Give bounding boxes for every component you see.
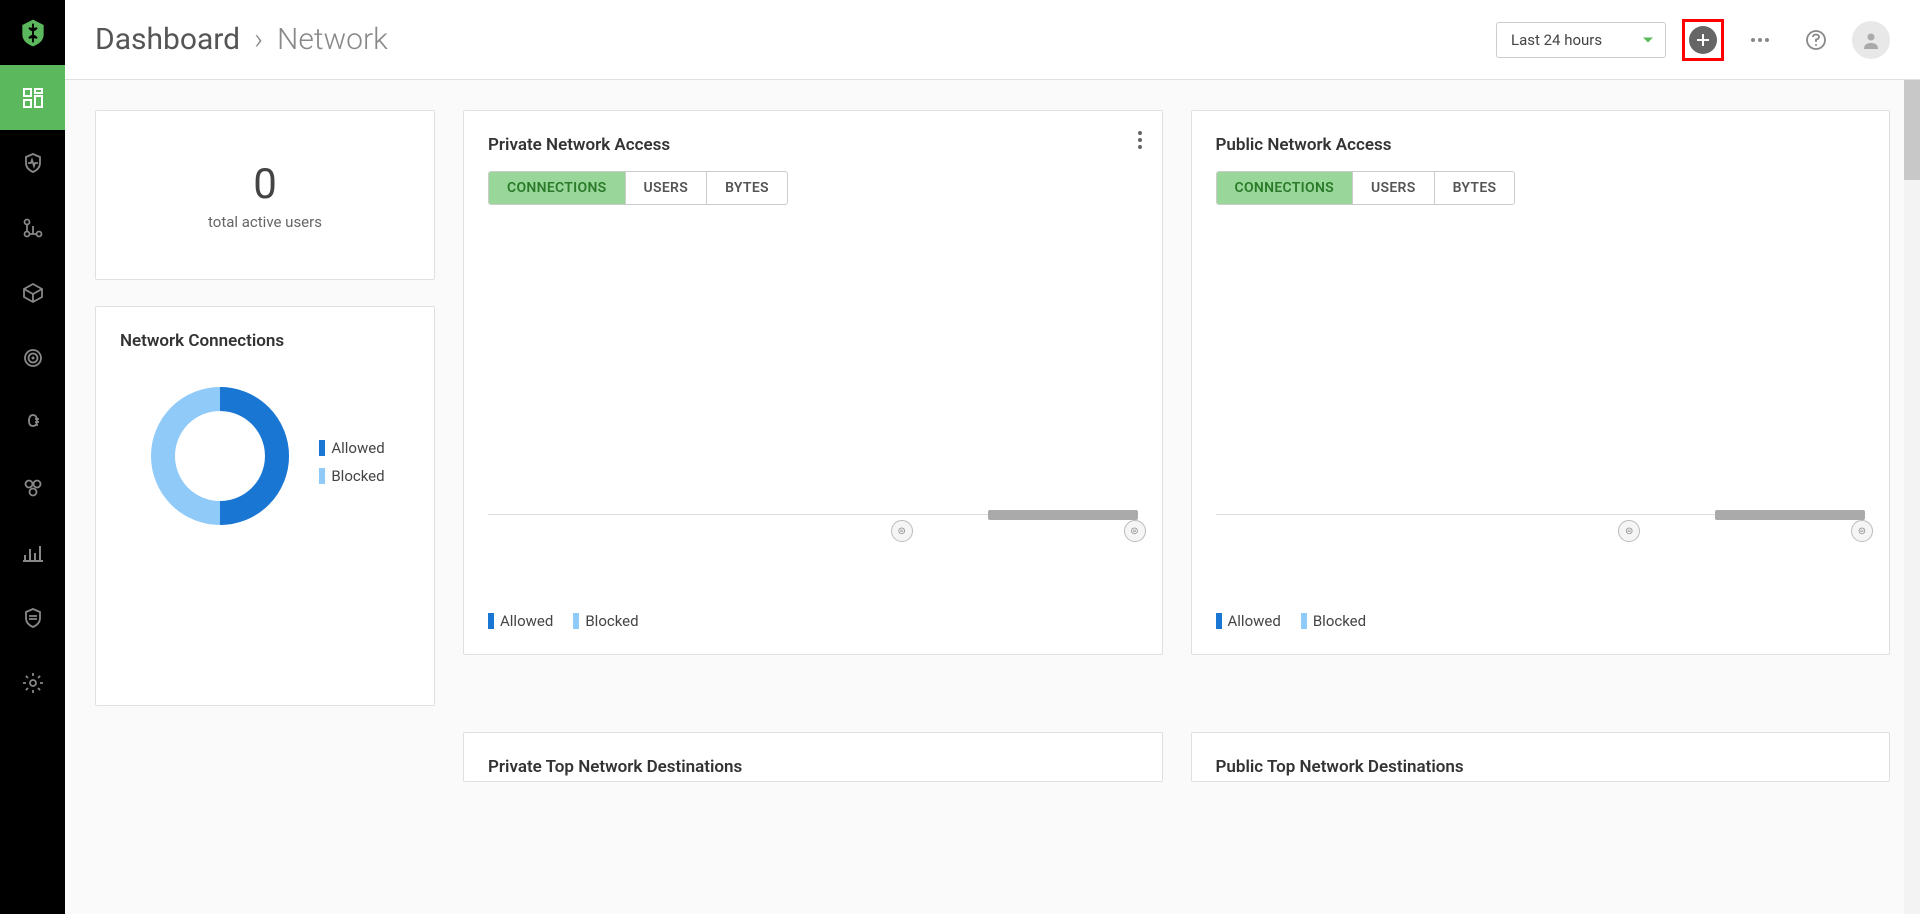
sidebar-item-policy[interactable] bbox=[0, 585, 65, 650]
header-actions: Last 24 hours bbox=[1496, 19, 1890, 61]
sidebar-item-settings[interactable] bbox=[0, 650, 65, 715]
swatch-allowed bbox=[1216, 613, 1222, 629]
slider-selection[interactable] bbox=[988, 510, 1138, 520]
help-icon bbox=[1805, 29, 1827, 51]
active-users-value: 0 bbox=[253, 160, 277, 209]
card-menu-button[interactable] bbox=[1138, 131, 1142, 149]
scrollbar-track[interactable] bbox=[1904, 0, 1920, 914]
time-slider[interactable]: ⊜ ⊜ bbox=[1216, 510, 1866, 540]
add-button-highlight bbox=[1682, 19, 1724, 61]
chart-area: ⊜ ⊜ bbox=[488, 221, 1138, 600]
chevron-right-icon: › bbox=[254, 22, 263, 57]
card-title: Network Connections bbox=[120, 331, 410, 351]
breadcrumb: Dashboard › Network bbox=[95, 22, 388, 57]
private-destinations-card: Private Top Network Destinations bbox=[463, 732, 1163, 782]
tab-bytes[interactable]: BYTES bbox=[1435, 172, 1515, 204]
legend-blocked: Blocked bbox=[573, 612, 638, 630]
slider-handle-right[interactable]: ⊜ bbox=[1124, 520, 1146, 542]
swatch-blocked bbox=[319, 468, 325, 484]
tab-users[interactable]: USERS bbox=[626, 172, 708, 204]
tab-users[interactable]: USERS bbox=[1353, 172, 1435, 204]
swatch-allowed bbox=[319, 440, 325, 456]
sidebar-item-topology[interactable] bbox=[0, 195, 65, 260]
sidebar-item-analytics[interactable] bbox=[0, 520, 65, 585]
private-network-card: Private Network Access CONNECTIONS USERS… bbox=[463, 110, 1163, 655]
chart-area: ⊜ ⊜ bbox=[1216, 221, 1866, 600]
slider-selection[interactable] bbox=[1715, 510, 1865, 520]
more-button[interactable] bbox=[1740, 20, 1780, 60]
tab-connections[interactable]: CONNECTIONS bbox=[1217, 172, 1354, 204]
tab-bytes[interactable]: BYTES bbox=[707, 172, 787, 204]
help-button[interactable] bbox=[1796, 20, 1836, 60]
swatch-allowed bbox=[488, 613, 494, 629]
slider-handle-left[interactable]: ⊜ bbox=[1618, 520, 1640, 542]
public-network-card: Public Network Access CONNECTIONS USERS … bbox=[1191, 110, 1891, 655]
header: Dashboard › Network Last 24 hours bbox=[65, 0, 1920, 80]
legend-blocked: Blocked bbox=[1301, 612, 1366, 630]
sidebar-item-identity[interactable] bbox=[0, 390, 65, 455]
time-slider[interactable]: ⊜ ⊜ bbox=[488, 510, 1138, 540]
legend-allowed: Allowed bbox=[319, 439, 384, 457]
donut-chart bbox=[145, 381, 295, 531]
swatch-blocked bbox=[573, 613, 579, 629]
user-avatar[interactable] bbox=[1852, 21, 1890, 59]
chart-legend: Allowed Blocked bbox=[1216, 612, 1866, 630]
time-range-label: Last 24 hours bbox=[1511, 31, 1602, 49]
slider-handle-right[interactable]: ⊜ bbox=[1851, 520, 1873, 542]
active-users-card: 0 total active users bbox=[95, 110, 435, 280]
metric-tabs: CONNECTIONS USERS BYTES bbox=[1216, 171, 1516, 205]
network-connections-card: Network Connections Allowed Blocked bbox=[95, 306, 435, 706]
chart-legend: Allowed Blocked bbox=[488, 612, 1138, 630]
add-button[interactable] bbox=[1689, 26, 1717, 54]
card-title: Public Network Access bbox=[1216, 135, 1866, 155]
legend-blocked: Blocked bbox=[319, 467, 384, 485]
sidebar-item-integrations[interactable] bbox=[0, 455, 65, 520]
sidebar-item-dashboard[interactable] bbox=[0, 65, 65, 130]
legend-allowed: Allowed bbox=[488, 612, 553, 630]
sidebar-item-target[interactable] bbox=[0, 325, 65, 390]
swatch-blocked bbox=[1301, 613, 1307, 629]
time-range-select[interactable]: Last 24 hours bbox=[1496, 22, 1666, 58]
metric-tabs: CONNECTIONS USERS BYTES bbox=[488, 171, 788, 205]
card-title: Private Network Access bbox=[488, 135, 1138, 155]
sidebar bbox=[0, 0, 65, 914]
legend-allowed: Allowed bbox=[1216, 612, 1281, 630]
breadcrumb-current: Network bbox=[277, 22, 388, 57]
sidebar-item-health[interactable] bbox=[0, 130, 65, 195]
user-icon bbox=[1861, 30, 1881, 50]
breadcrumb-root[interactable]: Dashboard bbox=[95, 22, 240, 57]
plus-icon bbox=[1695, 32, 1711, 48]
slider-handle-left[interactable]: ⊜ bbox=[891, 520, 913, 542]
logo bbox=[0, 0, 65, 65]
card-title: Public Top Network Destinations bbox=[1216, 757, 1866, 777]
sidebar-item-package[interactable] bbox=[0, 260, 65, 325]
active-users-label: total active users bbox=[208, 213, 322, 231]
dots-horizontal-icon bbox=[1750, 37, 1770, 43]
tab-connections[interactable]: CONNECTIONS bbox=[489, 172, 626, 204]
public-destinations-card: Public Top Network Destinations bbox=[1191, 732, 1891, 782]
card-title: Private Top Network Destinations bbox=[488, 757, 1138, 777]
main-content: 0 total active users Network Connections… bbox=[65, 80, 1920, 914]
